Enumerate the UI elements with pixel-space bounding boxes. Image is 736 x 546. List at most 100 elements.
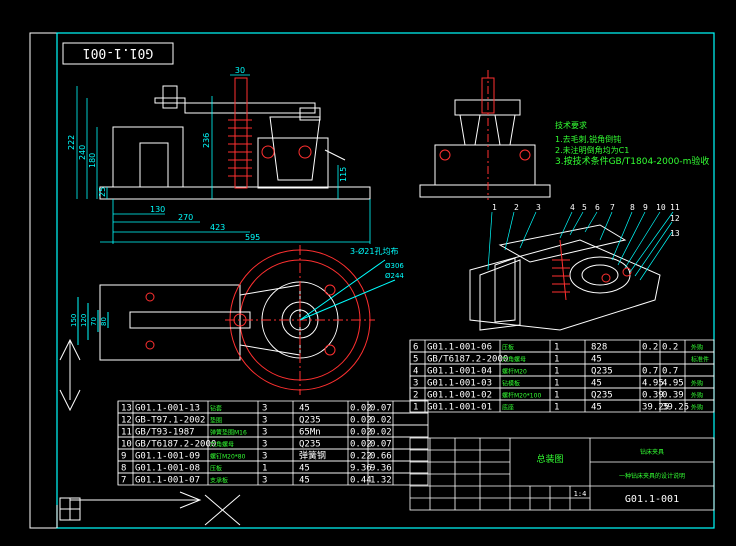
cell-code: G01.1-001-07 [135, 476, 200, 486]
cell-name: 六角螺母 [210, 441, 234, 449]
cell-code: GB/T6187.2-2000 [427, 355, 508, 365]
cell-no: 6 [413, 343, 418, 353]
cell-no: 13 [121, 404, 132, 414]
cell-name: 压板 [210, 465, 222, 473]
cell-code: G01.1-001-03 [427, 379, 492, 389]
side-view [419, 70, 551, 200]
cell-note: 外购 [691, 380, 703, 388]
balloon-1: 1 [492, 203, 497, 212]
cell-total-weight: 0.07 [370, 440, 392, 450]
cell-name: 六角螺母 [502, 356, 526, 364]
title-center: 总装图 [536, 453, 563, 465]
cell-total-weight: 0.02 [370, 428, 392, 438]
bom-right-table: 6 G01.1-001-06 压板 1 828 0.2 0.2 外购 5 GB/T6187.2-2… [409, 339, 715, 413]
cell-code: GB-T97.1-2002 [135, 416, 205, 426]
drawing-canvas: G01.1-001 30 222 240 180 25 236 115 130 … [0, 0, 736, 546]
dim-l2: 270 [178, 213, 193, 222]
cell-name: 压板 [502, 344, 514, 352]
balloon-13: 13 [670, 229, 680, 238]
cell-material: 45 [591, 379, 602, 389]
cell-total-weight: 4.95 [662, 379, 684, 389]
cell-material: 45 [591, 403, 602, 413]
cell-name: 弹簧垫圈M16 [210, 429, 247, 437]
cell-no: 9 [121, 452, 126, 462]
cell-unit-weight: 0.02 [350, 428, 372, 438]
cell-material: 弹簧钢 [299, 450, 326, 462]
id-box-text: G01.1-001 [83, 45, 153, 60]
cell-unit-weight: 9.36 [350, 464, 372, 474]
notes-item-3: 3.按技术条件GB/T1804-2000-m验收 [555, 155, 709, 167]
cell-total-weight: 0.07 [370, 404, 392, 414]
dim-h2: 240 [78, 145, 87, 160]
cell-material: 45 [591, 355, 602, 365]
balloon-9: 9 [643, 203, 648, 212]
balloon-6: 6 [595, 203, 600, 212]
cell-no: 11 [121, 428, 132, 438]
balloon-5: 5 [582, 203, 587, 212]
cell-unit-weight: 0.39 [642, 391, 664, 401]
title-right-top: 钻床夹具 [640, 448, 664, 456]
bom-left-table: 13 G01.1-001-13 钻套 3 45 0.020.0712 GB-T97.1-20… [117, 400, 429, 486]
balloon-7: 7 [610, 203, 615, 212]
cell-qty: 1 [554, 379, 559, 389]
dim-l1: 130 [150, 205, 165, 214]
cell-qty: 3 [262, 416, 267, 426]
balloon-4: 4 [570, 203, 575, 212]
cell-code: GB/T93-1987 [135, 428, 195, 438]
balloon-8: 8 [630, 203, 635, 212]
cell-material: 65Mn [299, 428, 321, 438]
cell-name: 垫圈 [210, 417, 222, 425]
cell-no: 3 [413, 379, 418, 389]
cell-code: G01.1-001-09 [135, 452, 200, 462]
front-dims [76, 74, 371, 244]
dim-d2: Ø244 [385, 272, 404, 280]
cell-no: 8 [121, 464, 126, 474]
cell-unit-weight: 0.02 [350, 404, 372, 414]
drawing-svg: G01.1-001 30 222 240 180 25 236 115 130 … [29, 32, 715, 529]
notes-item-2: 2.未注明倒角均为C1 [555, 145, 629, 155]
cell-total-weight: 39.25 [662, 403, 689, 413]
dim-h4: 25 [98, 187, 107, 197]
scale-text: 1:4 [574, 490, 587, 498]
cell-name: 底座 [502, 404, 514, 412]
cell-total-weight: 0.2 [662, 343, 678, 353]
cell-code: G01.1-001-04 [427, 367, 492, 377]
cell-note: 外购 [691, 344, 703, 352]
cell-unit-weight: 0.02 [350, 440, 372, 450]
dim-h3: 180 [88, 153, 97, 168]
cell-total-weight: 0.02 [370, 416, 392, 426]
dim-hole: 3-Ø21孔均布 [350, 246, 398, 256]
cell-qty: 1 [262, 464, 267, 474]
dim-h5: 236 [202, 133, 211, 148]
cell-no: 10 [121, 440, 132, 450]
cell-note: 外购 [691, 404, 703, 412]
dim-h1: 222 [67, 135, 76, 150]
cell-total-weight: 9.36 [370, 464, 392, 474]
cell-name: 螺杆M20 [502, 368, 527, 376]
notes-item-1: 1.去毛刺,锐角倒钝 [555, 134, 621, 144]
balloon-12: 12 [670, 214, 680, 223]
dim-l3: 423 [210, 223, 225, 232]
cell-qty: 1 [554, 391, 559, 401]
cell-no: 1 [413, 403, 418, 413]
cell-no: 4 [413, 367, 418, 377]
cell-unit-weight: 0.22 [350, 452, 372, 462]
cell-material: 45 [299, 476, 310, 486]
cell-code: G01.1-001-01 [427, 403, 492, 413]
cell-material: Q235 [591, 367, 613, 377]
cell-qty: 3 [262, 428, 267, 438]
cell-note: 外购 [691, 392, 703, 400]
cell-unit-weight: 0.2 [642, 343, 658, 353]
dim-top-width: 30 [235, 66, 245, 75]
cell-qty: 3 [262, 440, 267, 450]
dim-v3: 70 [90, 317, 98, 326]
cell-qty: 1 [554, 403, 559, 413]
cell-name: 螺杆M20*100 [502, 392, 541, 400]
cell-code: G01.1-001-13 [135, 404, 200, 414]
cell-qty: 1 [554, 343, 559, 353]
cell-code: G01.1-001-02 [427, 391, 492, 401]
balloon-11: 11 [670, 203, 680, 212]
cell-material: 45 [299, 464, 310, 474]
cell-no: 2 [413, 391, 418, 401]
cell-code: GB/T6187.2-2000 [135, 440, 216, 450]
